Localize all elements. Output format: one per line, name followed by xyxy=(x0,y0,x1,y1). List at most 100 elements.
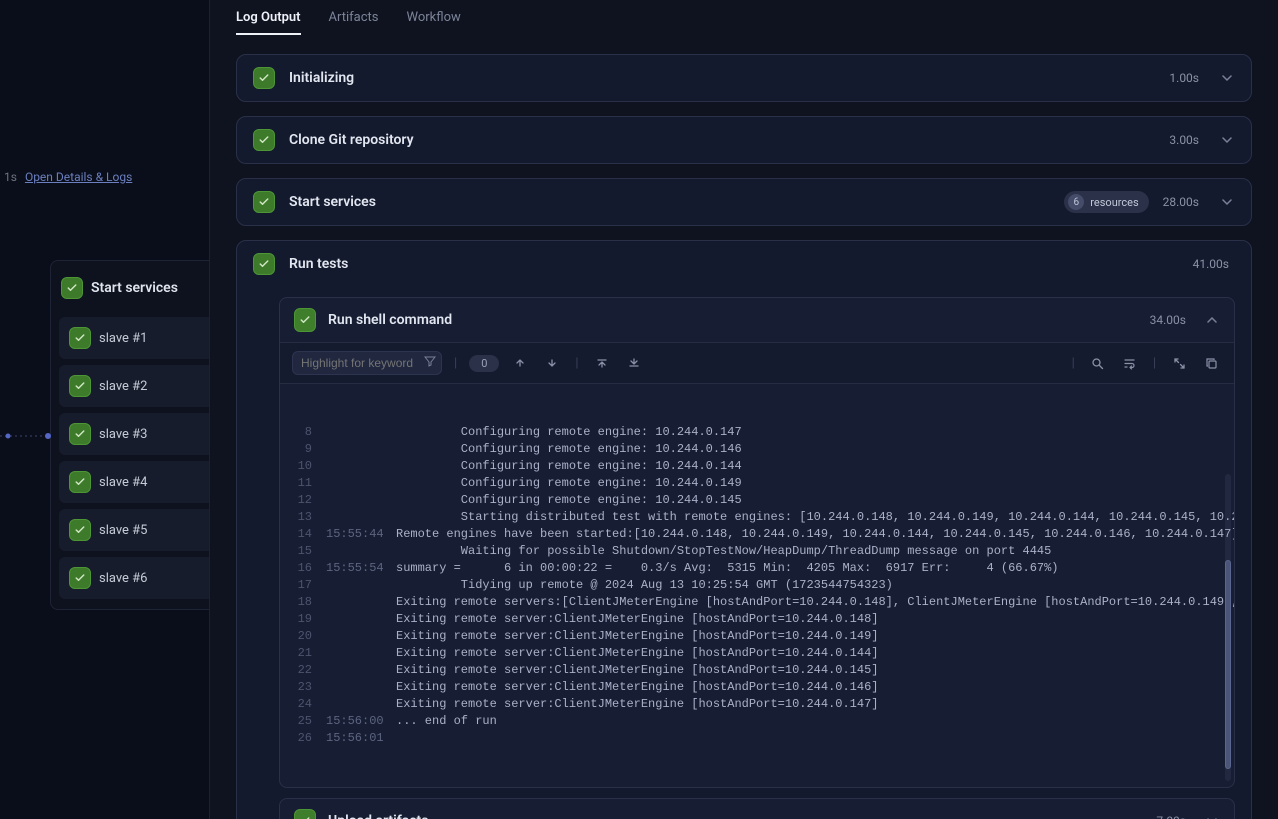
graph-connector-icon xyxy=(0,421,55,451)
line-number: 25 xyxy=(290,713,312,730)
log-scrollbar[interactable] xyxy=(1225,474,1231,781)
line-number: 12 xyxy=(290,492,312,509)
line-text: Configuring remote engine: 10.244.0.149 xyxy=(396,475,742,492)
check-icon xyxy=(294,308,316,332)
line-number: 10 xyxy=(290,458,312,475)
tree-item[interactable]: slave #4 xyxy=(59,461,209,503)
log-line: 20Exiting remote server:ClientJMeterEngi… xyxy=(280,628,1234,645)
tab-artifacts[interactable]: Artifacts xyxy=(329,10,379,35)
line-timestamp: 15:56:00 xyxy=(326,713,382,730)
step-title: Clone Git repository xyxy=(289,132,1155,148)
services-tree: Start services 6 slave #1 slave #2 slave #… xyxy=(50,260,209,610)
line-number: 13 xyxy=(290,509,312,526)
tab-workflow[interactable]: Workflow xyxy=(407,10,461,35)
step-header[interactable]: Start services 6 resources 28.00s xyxy=(237,179,1251,225)
log-body[interactable]: 8 Configuring remote engine: 10.244.0.14… xyxy=(280,384,1234,787)
log-toolbar: | 0 | xyxy=(280,342,1234,384)
line-timestamp xyxy=(326,577,382,594)
line-timestamp xyxy=(326,645,382,662)
log-line: 12 Configuring remote engine: 10.244.0.1… xyxy=(280,492,1234,509)
highlight-input[interactable] xyxy=(292,351,442,375)
check-icon xyxy=(61,277,83,299)
line-text: Exiting remote server:ClientJMeterEngine… xyxy=(396,611,878,628)
line-text: Remote engines have been started:[10.244… xyxy=(396,526,1234,543)
log-line: 9 Configuring remote engine: 10.244.0.14… xyxy=(280,441,1234,458)
chevron-down-icon[interactable] xyxy=(1219,194,1235,210)
line-number: 8 xyxy=(290,424,312,441)
step-title: Initializing xyxy=(289,70,1155,86)
step-clone: Clone Git repository 3.00s xyxy=(236,116,1252,164)
log-line: 24Exiting remote server:ClientJMeterEngi… xyxy=(280,696,1234,713)
line-timestamp xyxy=(326,611,382,628)
line-timestamp xyxy=(326,509,382,526)
prev-match-icon[interactable] xyxy=(509,352,531,374)
step-run-shell: Run shell command 34.00s xyxy=(279,297,1235,788)
expand-icon[interactable] xyxy=(1168,352,1190,374)
tree-item-label: slave #4 xyxy=(99,475,148,490)
check-icon xyxy=(253,67,275,89)
chevron-up-icon[interactable] xyxy=(1204,312,1220,328)
log-line: 13 Starting distributed test with remote… xyxy=(280,509,1234,526)
check-icon xyxy=(253,191,275,213)
line-text: Exiting remote server:ClientJMeterEngine… xyxy=(396,662,878,679)
line-text: Configuring remote engine: 10.244.0.147 xyxy=(396,424,742,441)
line-number: 16 xyxy=(290,560,312,577)
check-icon xyxy=(69,471,91,493)
copy-icon[interactable] xyxy=(1200,352,1222,374)
step-title: Run tests xyxy=(289,256,1179,272)
log-line: 10 Configuring remote engine: 10.244.0.1… xyxy=(280,458,1234,475)
check-icon xyxy=(69,519,91,541)
next-match-icon[interactable] xyxy=(541,352,563,374)
step-header[interactable]: Run shell command 34.00s xyxy=(280,298,1234,342)
chevron-down-icon[interactable] xyxy=(1219,70,1235,86)
line-text: Configuring remote engine: 10.244.0.145 xyxy=(396,492,742,509)
line-timestamp xyxy=(326,696,382,713)
step-duration: 7.00s xyxy=(1156,814,1186,819)
log-line: 8 Configuring remote engine: 10.244.0.14… xyxy=(280,424,1234,441)
tree-item[interactable]: slave #6 xyxy=(59,557,209,599)
log-content: Initializing 1.00s Clone Git repository … xyxy=(210,36,1278,819)
check-icon xyxy=(253,253,275,275)
search-icon[interactable] xyxy=(1087,352,1109,374)
line-number: 17 xyxy=(290,577,312,594)
tree-group-header[interactable]: Start services 6 xyxy=(59,271,209,311)
tree-item-label: slave #1 xyxy=(99,331,148,346)
chevron-down-icon[interactable] xyxy=(1219,132,1235,148)
tree-item[interactable]: slave #1 xyxy=(59,317,209,359)
log-line: 1615:55:54summary = 6 in 00:00:22 = 0.3/… xyxy=(280,560,1234,577)
wrap-icon[interactable] xyxy=(1119,352,1141,374)
step-header[interactable]: Upload artifacts 7.00s xyxy=(280,799,1234,819)
line-timestamp xyxy=(326,662,382,679)
resources-chip[interactable]: 6 resources xyxy=(1064,191,1148,213)
tree-item[interactable]: slave #3 xyxy=(59,413,209,455)
step-upload-artifacts: Upload artifacts 7.00s xyxy=(279,798,1235,819)
check-icon xyxy=(294,809,316,819)
line-text: Configuring remote engine: 10.244.0.146 xyxy=(396,441,742,458)
step-title: Run shell command xyxy=(328,312,1138,328)
sidebar-duration: 1s xyxy=(4,170,17,184)
line-timestamp xyxy=(326,441,382,458)
chevron-down-icon[interactable] xyxy=(1204,813,1220,819)
line-number: 23 xyxy=(290,679,312,696)
check-icon xyxy=(69,567,91,589)
scroll-bottom-icon[interactable] xyxy=(623,352,645,374)
step-header[interactable]: Clone Git repository 3.00s xyxy=(237,117,1251,163)
line-number: 20 xyxy=(290,628,312,645)
line-number: 24 xyxy=(290,696,312,713)
tree-item-label: slave #6 xyxy=(99,571,148,586)
line-text: summary = 6 in 00:00:22 = 0.3/s Avg: 531… xyxy=(396,560,1059,577)
line-text: Exiting remote server:ClientJMeterEngine… xyxy=(396,679,878,696)
step-header[interactable]: Initializing 1.00s xyxy=(237,55,1251,101)
tab-log[interactable]: Log Output xyxy=(236,10,301,35)
line-timestamp xyxy=(326,628,382,645)
line-timestamp: 15:56:01 xyxy=(326,730,382,747)
scroll-top-icon[interactable] xyxy=(591,352,613,374)
check-icon xyxy=(69,327,91,349)
open-details-link[interactable]: Open Details & Logs xyxy=(25,170,132,184)
step-duration: 41.00s xyxy=(1193,257,1229,271)
tree-item[interactable]: slave #2 xyxy=(59,365,209,407)
line-number: 15 xyxy=(290,543,312,560)
step-header[interactable]: Run tests 41.00s xyxy=(237,241,1251,287)
line-number: 14 xyxy=(290,526,312,543)
tree-item[interactable]: slave #5 xyxy=(59,509,209,551)
